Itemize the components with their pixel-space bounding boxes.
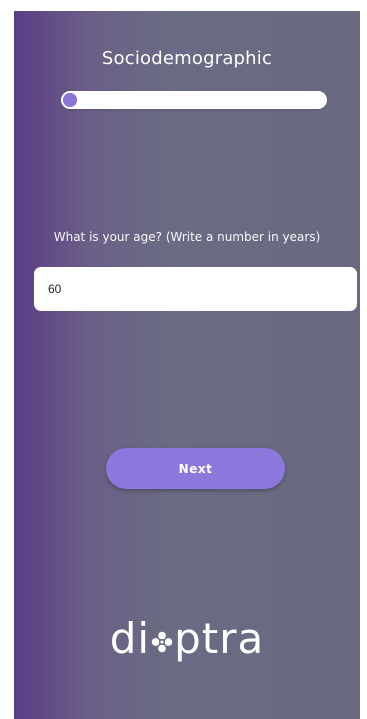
flower-icon: [151, 631, 173, 653]
question-label: What is your age? (Write a number in yea…: [53, 230, 321, 244]
age-input[interactable]: [34, 267, 357, 311]
progress-bar: [61, 91, 327, 109]
logo-text-prefix: di: [109, 614, 151, 663]
page-title: Sociodemographic: [101, 48, 273, 69]
logo-text-suffix: ptra: [174, 614, 265, 663]
progress-indicator: [63, 93, 77, 107]
app-screen: Sociodemographic What is your age? (Writ…: [14, 11, 360, 719]
next-button[interactable]: Next: [106, 448, 285, 489]
brand-logo: di ptra: [14, 618, 360, 660]
